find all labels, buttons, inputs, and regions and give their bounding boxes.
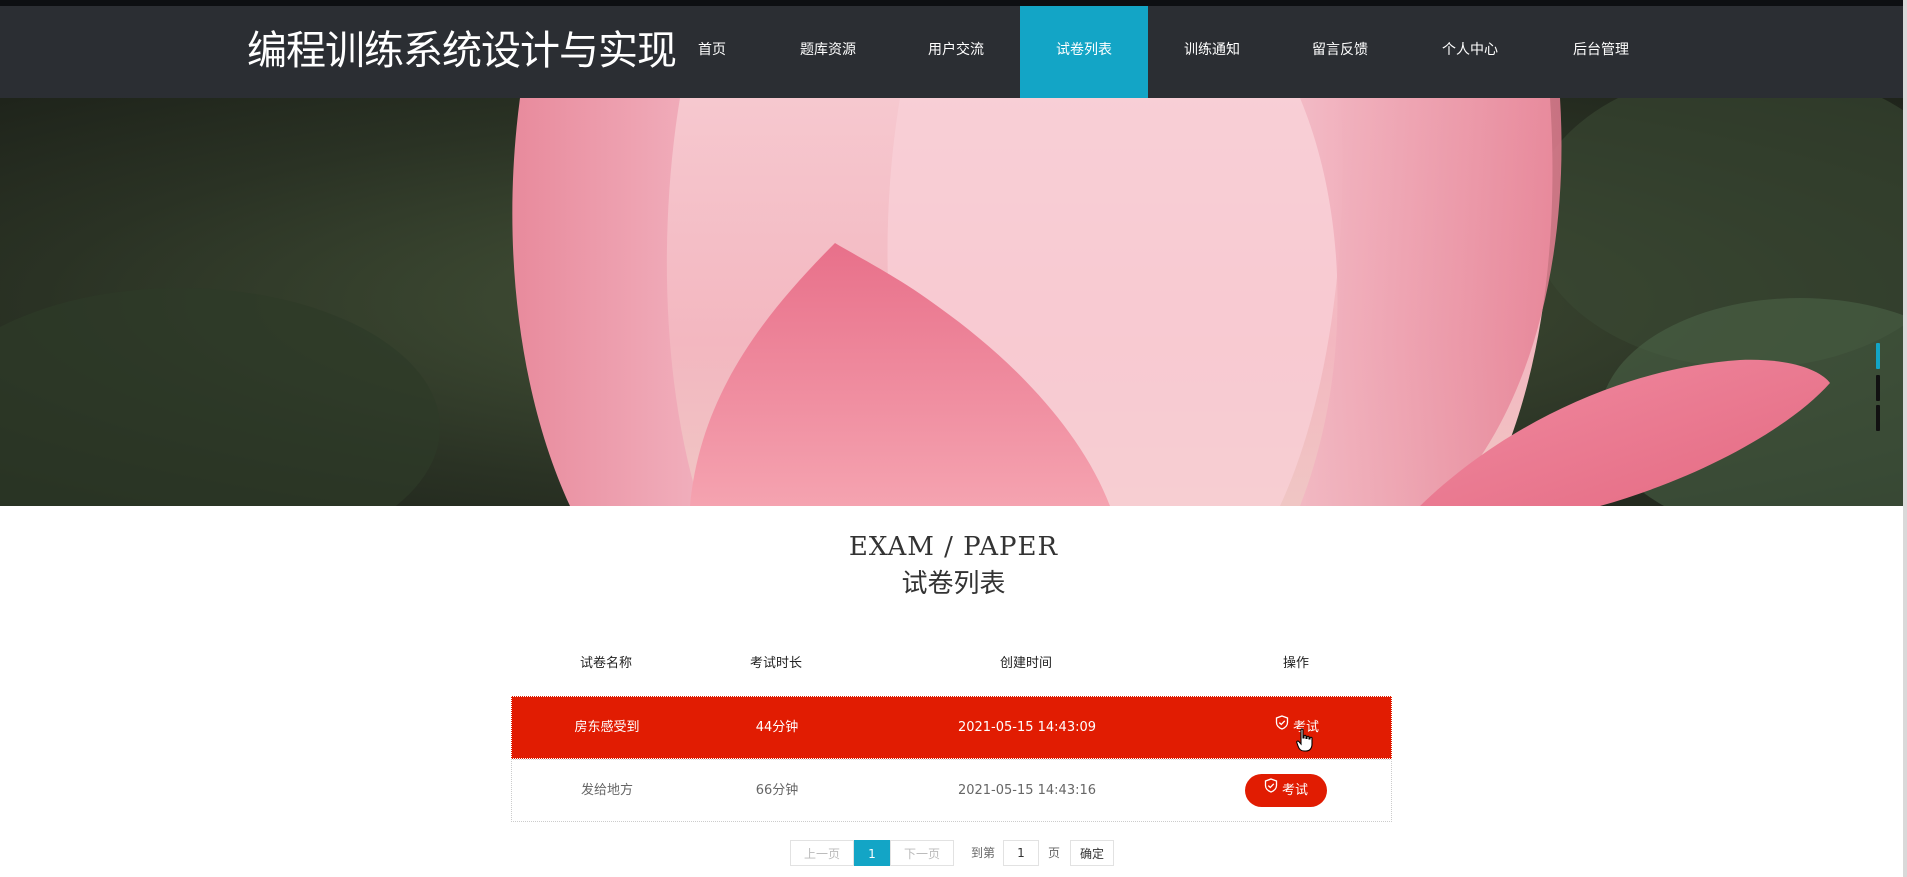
site-header: 编程训练系统设计与实现 首页 题库资源 用户交流 试卷列表 训练通知 留言反馈 … <box>0 6 1907 98</box>
cell-paper-name: 发给地方 <box>580 783 633 798</box>
pagination: 上一页 1 下一页 到第 页 确定 <box>0 840 1907 870</box>
nav-item-home[interactable]: 首页 <box>668 6 756 98</box>
hand-pointer-icon <box>1296 728 1314 752</box>
exam-paper-table: 试卷名称 考试时长 创建时间 操作 房东感受到 44分钟 2021-05-15 … <box>511 642 1392 822</box>
shield-check-icon <box>1275 710 1289 743</box>
site-title: 编程训练系统设计与实现 <box>247 28 677 74</box>
cell-created-time: 2021-05-15 14:43:09 <box>957 720 1097 735</box>
cell-duration: 44分钟 <box>755 720 799 735</box>
exam-button-label: 考试 <box>1281 783 1308 798</box>
cell-duration: 66分钟 <box>755 783 799 798</box>
table-row[interactable]: 发给地方 66分钟 2021-05-15 14:43:16 考试 <box>511 759 1392 822</box>
slider-dot-1[interactable] <box>1876 343 1880 369</box>
column-header-duration: 考试时长 <box>749 656 802 671</box>
slider-dot-2[interactable] <box>1876 375 1880 401</box>
nav-item-feedback[interactable]: 留言反馈 <box>1294 6 1386 98</box>
cell-created-time: 2021-05-15 14:43:16 <box>957 783 1097 798</box>
column-header-created: 创建时间 <box>999 656 1052 671</box>
goto-prefix-label: 到第 <box>971 846 996 860</box>
cell-paper-name: 房东感受到 <box>574 720 640 735</box>
nav-item-exam-list[interactable]: 试卷列表 <box>1020 6 1148 98</box>
banner-slider-indicator <box>1874 343 1882 433</box>
nav-item-admin[interactable]: 后台管理 <box>1555 6 1647 98</box>
table-header-row: 试卷名称 考试时长 创建时间 操作 <box>511 642 1392 686</box>
column-header-name: 试卷名称 <box>579 656 632 671</box>
goto-confirm-button[interactable]: 确定 <box>1070 840 1114 866</box>
goto-suffix-label: 页 <box>1048 846 1061 860</box>
nav-item-personal-center[interactable]: 个人中心 <box>1424 6 1516 98</box>
nav-item-question-bank[interactable]: 题库资源 <box>782 6 874 98</box>
prev-page-button[interactable]: 上一页 <box>790 840 854 866</box>
table-row[interactable]: 房东感受到 44分钟 2021-05-15 14:43:09 考试 <box>511 696 1392 759</box>
page-scrollbar[interactable] <box>1903 0 1907 877</box>
exam-button[interactable]: 考试 <box>1245 774 1327 807</box>
section-title-cn: 试卷列表 <box>901 569 1006 599</box>
page-button-1[interactable]: 1 <box>854 840 890 866</box>
section-title-en: EXAM / PAPER <box>848 532 1059 562</box>
hero-lotus-image <box>0 98 1907 506</box>
column-header-action: 操作 <box>1282 656 1309 671</box>
shield-check-icon <box>1264 773 1278 806</box>
nav-item-training-notice[interactable]: 训练通知 <box>1166 6 1258 98</box>
hero-banner <box>0 98 1907 506</box>
next-page-button[interactable]: 下一页 <box>890 840 954 866</box>
goto-page-input[interactable] <box>1003 840 1039 866</box>
slider-dot-3[interactable] <box>1876 405 1880 431</box>
nav-item-user-exchange[interactable]: 用户交流 <box>910 6 1002 98</box>
